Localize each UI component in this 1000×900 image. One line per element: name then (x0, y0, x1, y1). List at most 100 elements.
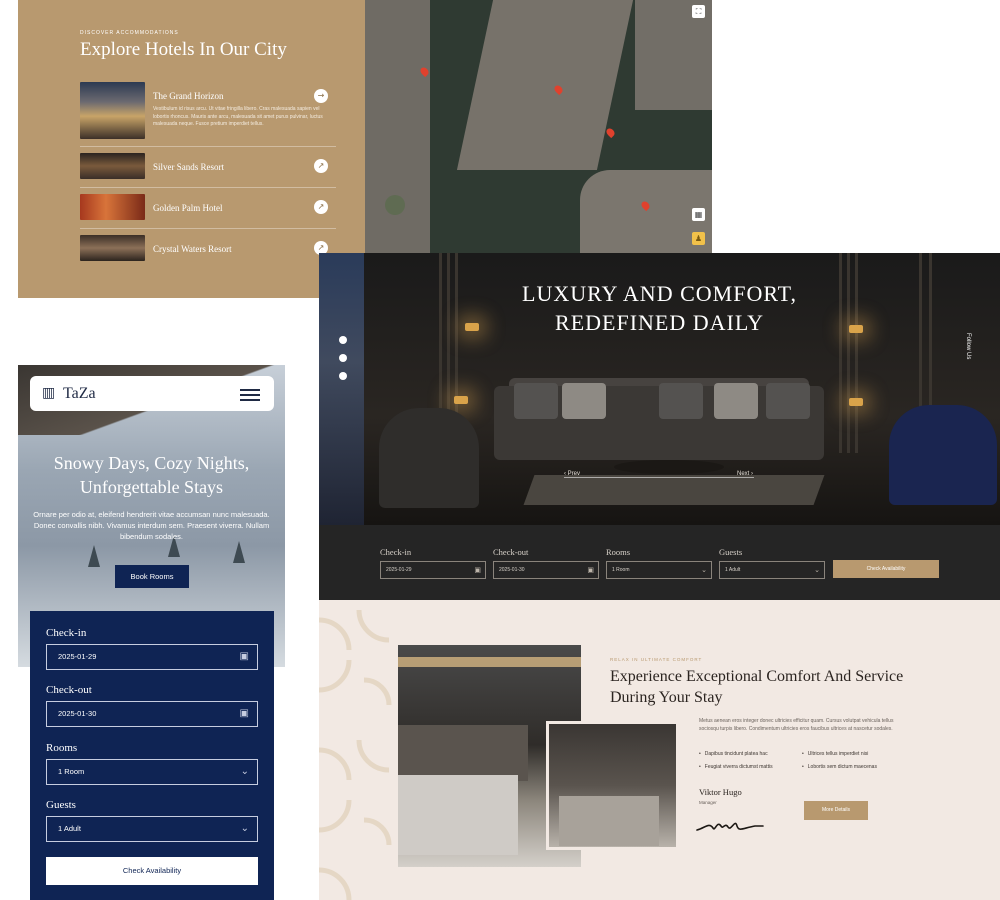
prev-slide-button[interactable]: ‹ Prev (564, 471, 580, 477)
about-title: Experience Exceptional Comfort And Servi… (610, 668, 904, 706)
feature-item: Lobortis sem dictum maecenas (802, 764, 877, 770)
rug (523, 475, 825, 505)
table-lamp (454, 396, 468, 404)
checkout-input[interactable]: 2025-01-30 ▣ (46, 701, 258, 727)
pillow (659, 383, 703, 419)
guests-select[interactable]: 1 Adult ⌄ (46, 816, 258, 842)
arrow-right-icon[interactable]: → (314, 89, 328, 103)
chevron-down-icon: ⌄ (240, 823, 249, 834)
mobile-hero-body: Ornare per odio at, eleifend hendrerit v… (33, 510, 270, 541)
hotel-room-image-secondary (546, 721, 679, 850)
chevron-down-icon: ⌄ (240, 766, 249, 777)
map-island (385, 195, 405, 215)
fullscreen-icon[interactable]: ⛶ (692, 5, 705, 18)
check-availability-button[interactable]: Check Availability (833, 560, 939, 578)
book-rooms-button[interactable]: Book Rooms (115, 565, 189, 588)
map-layers-icon[interactable]: ▦ (692, 208, 705, 221)
mobile-hero-title: Snowy Days, Cozy Nights, Unforgettable S… (18, 451, 285, 499)
hotel-thumbnail (80, 194, 145, 220)
mobile-guests-field: Guests 1 Adult ⌄ (46, 799, 258, 842)
table-lamp (849, 398, 863, 406)
chevron-down-icon: ⌄ (701, 566, 707, 574)
hotel-card-golden-palm[interactable]: Golden Palm Hotel ↗ (80, 194, 336, 229)
follow-us-label[interactable]: Follow Us (965, 333, 971, 359)
booking-bar: Check-in 2025-01-29 ▣ Check-out 2025-01-3… (319, 525, 1000, 600)
guests-select[interactable]: 1 Adult ⌄ (719, 561, 825, 579)
hotel-thumbnail (80, 153, 145, 179)
mobile-check-availability-button[interactable]: Check Availability (46, 857, 258, 885)
mobile-navbar: ▥ TaZa (30, 376, 274, 411)
checkin-input[interactable]: 2025-01-29 ▣ (380, 561, 486, 579)
divider (80, 228, 336, 229)
hotel-name: Silver Sands Resort (153, 162, 224, 172)
manager-name: Viktor Hugo (699, 787, 742, 797)
hotel-card-crystal-waters[interactable]: Crystal Waters Resort ↗ (80, 235, 336, 265)
arrow-up-right-icon[interactable]: ↗ (314, 159, 328, 173)
calendar-icon[interactable]: ▣ (587, 562, 594, 578)
next-slide-button[interactable]: Next › (737, 471, 753, 477)
logo-text[interactable]: TaZa (63, 385, 96, 403)
pillow (562, 383, 606, 419)
calendar-icon[interactable]: ▣ (240, 645, 249, 669)
checkout-field: Check-out 2025-01-30 ▣ (493, 547, 599, 579)
pine-tree (88, 545, 100, 567)
street-view-icon[interactable]: ♟ (692, 232, 705, 245)
armchair (379, 408, 479, 508)
more-details-button[interactable]: More Details (804, 801, 868, 820)
twitter-icon[interactable] (339, 354, 347, 362)
checkin-input[interactable]: 2025-01-29 ▣ (46, 644, 258, 670)
pillow (714, 383, 758, 419)
guests-label: Guests (719, 547, 743, 557)
rooms-label: Rooms (606, 547, 631, 557)
hotel-thumbnail (80, 235, 145, 261)
checkout-label: Check-out (493, 547, 529, 557)
calendar-icon[interactable]: ▣ (474, 562, 481, 578)
signature (696, 822, 764, 831)
feature-item: Dapibus tincidunt platea hac (699, 751, 768, 757)
slider-progress (564, 477, 754, 478)
hotel-card-silver-sands[interactable]: Silver Sands Resort ↗ (80, 153, 336, 188)
hamburger-menu-icon[interactable] (240, 389, 260, 401)
rooms-field: Rooms 1 Room ⌄ (606, 547, 712, 579)
explore-title: Explore Hotels In Our City (80, 39, 287, 60)
checkin-label: Check-in (46, 627, 87, 639)
taza-logo-icon[interactable]: ▥ (42, 385, 55, 401)
mobile-hero-title-line2: Unforgettable Stays (79, 477, 224, 497)
mobile-taza-panel: ▥ TaZa Snowy Days, Cozy Nights, Unforget… (18, 365, 285, 900)
hero-title-line1: LUXURY AND COMFORT, (522, 281, 797, 306)
guests-label: Guests (46, 799, 76, 811)
pine-tree (233, 541, 245, 563)
rooms-value: 1 Room (612, 567, 630, 573)
city-map[interactable]: ⛶ ▦ ♟ (365, 0, 712, 253)
manager-role: Manager (699, 800, 717, 805)
map-pin[interactable] (604, 126, 617, 139)
arrow-up-right-icon[interactable]: ↗ (314, 200, 328, 214)
checkin-field: Check-in 2025-01-29 ▣ (380, 547, 486, 579)
checkout-value: 2025-01-30 (499, 567, 525, 573)
mobile-checkin-field: Check-in 2025-01-29 ▣ (46, 627, 258, 670)
rooms-select[interactable]: 1 Room ⌄ (606, 561, 712, 579)
checkout-input[interactable]: 2025-01-30 ▣ (493, 561, 599, 579)
hotel-description: Vestibulum id risus arcu. Ut vitae fring… (153, 106, 323, 127)
divider (80, 146, 336, 147)
calendar-icon[interactable]: ▣ (240, 702, 249, 726)
map-land (456, 0, 634, 170)
mobile-rooms-field: Rooms 1 Room ⌄ (46, 742, 258, 785)
rooms-label: Rooms (46, 742, 78, 754)
headboard (398, 725, 528, 781)
about-section: RELAX IN ULTIMATE COMFORT Experience Exc… (319, 600, 1000, 900)
bed (559, 796, 659, 846)
hero-title: LUXURY AND COMFORT, REDEFINED DAILY (319, 279, 1000, 337)
next-label: Next (737, 471, 750, 477)
hotel-card-grand-horizon[interactable]: The Grand Horizon Vestibulum id risus ar… (80, 82, 336, 147)
rooms-select[interactable]: 1 Room ⌄ (46, 759, 258, 785)
divider (80, 187, 336, 188)
feature-item: Ultrices tellus imperdiet nisi (802, 751, 869, 757)
instagram-icon[interactable] (339, 372, 347, 380)
mobile-booking-form: Check-in 2025-01-29 ▣ Check-out 2025-01-3… (30, 611, 274, 900)
pillow (766, 383, 810, 419)
hero-section: LUXURY AND COMFORT, REDEFINED DAILY Foll… (319, 253, 1000, 525)
hero-title-line2: REDEFINED DAILY (555, 310, 764, 335)
facebook-icon[interactable] (339, 336, 347, 344)
checkin-value: 2025-01-29 (386, 567, 412, 573)
